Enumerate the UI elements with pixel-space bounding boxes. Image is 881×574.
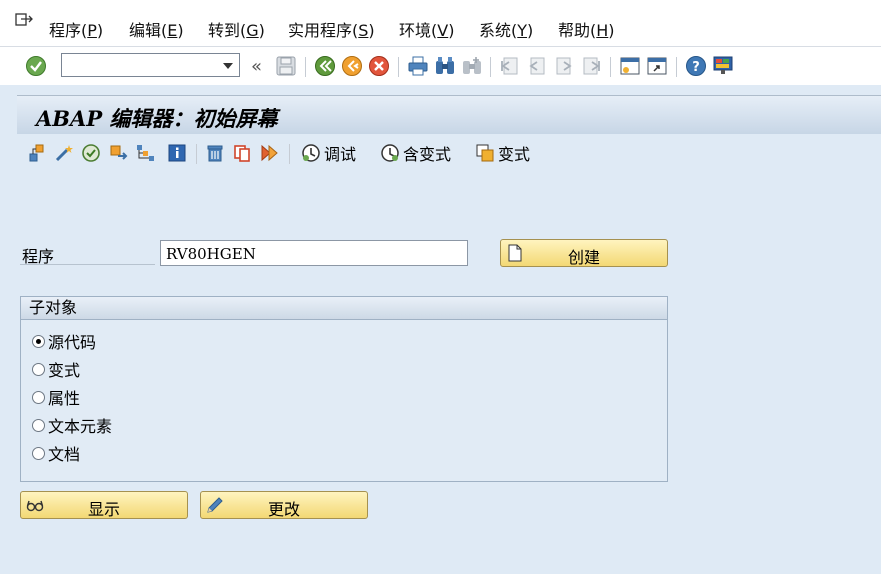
radio-attributes[interactable]: 属性 — [32, 385, 80, 409]
menu-help[interactable]: 帮助(H) — [558, 17, 615, 41]
copy-icon[interactable] — [232, 143, 252, 163]
menu-edit[interactable]: 编辑(E) — [129, 17, 184, 41]
page-title: ABAP 编辑器：初始屏幕 — [36, 106, 278, 131]
where-used-list-icon[interactable] — [135, 143, 155, 163]
execute-with-variant-button[interactable]: 含变式 — [380, 142, 451, 164]
double-chevron-left-icon[interactable]: « — [251, 56, 262, 77]
new-session-icon[interactable] — [619, 55, 641, 77]
menu-utilities[interactable]: 实用程序(S) — [288, 17, 375, 41]
toolbar-separator — [610, 57, 611, 77]
debug-label: 调试 — [324, 145, 357, 164]
other-object-icon[interactable] — [27, 143, 47, 163]
menu-program[interactable]: 程序(P) — [49, 17, 103, 41]
change-button-label: 更改 — [267, 500, 300, 519]
customize-layout-icon[interactable] — [712, 55, 734, 77]
toolbar-separator — [196, 144, 197, 164]
radio-text-elements[interactable]: 文本元素 — [32, 413, 112, 437]
find-next-icon[interactable] — [461, 55, 483, 77]
menu-environment[interactable]: 环境(V) — [399, 17, 454, 41]
cancel-icon[interactable] — [368, 55, 390, 77]
standard-toolbar: « ? — [0, 47, 881, 85]
exit-icon[interactable] — [341, 55, 363, 77]
debug-button[interactable]: 调试 — [301, 142, 356, 164]
command-field[interactable] — [61, 53, 240, 77]
radio-variants[interactable]: 变式 — [32, 357, 80, 381]
print-icon[interactable] — [407, 55, 429, 77]
variant-label: 变式 — [498, 145, 531, 164]
display-button[interactable]: 显示 — [20, 491, 188, 519]
help-icon[interactable]: ? — [685, 55, 707, 77]
change-button[interactable]: 更改 — [200, 491, 368, 519]
delete-trash-icon[interactable] — [205, 143, 225, 163]
chevron-down-icon[interactable] — [223, 63, 233, 69]
execute-icon[interactable] — [259, 143, 279, 163]
radio-label: 属性 — [48, 389, 81, 408]
radio-button[interactable] — [32, 362, 45, 376]
radio-label: 源代码 — [48, 333, 97, 352]
save-icon[interactable] — [275, 55, 297, 77]
menu-system[interactable]: 系统(Y) — [479, 17, 533, 41]
radio-button-selected[interactable] — [32, 334, 45, 348]
toolbar-separator — [289, 144, 290, 164]
toolbar-separator — [305, 57, 306, 77]
create-button-label: 创建 — [567, 248, 600, 267]
command-input[interactable] — [66, 55, 220, 77]
create-button[interactable]: 创建 — [500, 239, 668, 267]
radio-documentation[interactable]: 文档 — [32, 441, 80, 465]
subobjects-group: 子对象 源代码 变式 属性 文本元素 文档 — [20, 296, 668, 482]
magic-wand-icon[interactable] — [54, 143, 74, 163]
variant-icon — [476, 144, 494, 162]
find-binoculars-icon[interactable] — [434, 55, 456, 77]
radio-button[interactable] — [32, 390, 45, 404]
display-button-label: 显示 — [87, 500, 120, 519]
menu-goto[interactable]: 转到(G) — [208, 17, 265, 41]
first-page-icon[interactable] — [499, 55, 521, 77]
radio-label: 变式 — [48, 361, 81, 380]
debug-icon — [302, 144, 320, 162]
radio-button[interactable] — [32, 446, 45, 460]
variant-button[interactable]: 变式 — [475, 142, 530, 164]
create-shortcut-icon[interactable] — [646, 55, 668, 77]
radio-button[interactable] — [32, 418, 45, 432]
radio-source-code[interactable]: 源代码 — [32, 329, 96, 353]
screen-title-bar: ABAP 编辑器：初始屏幕 — [17, 95, 881, 134]
next-page-icon[interactable] — [553, 55, 575, 77]
program-input[interactable] — [164, 242, 458, 266]
check-syntax-icon[interactable] — [81, 143, 101, 163]
info-icon[interactable] — [167, 143, 187, 163]
toolbar-separator — [398, 57, 399, 77]
radio-label: 文档 — [48, 445, 81, 464]
toolbar-separator — [490, 57, 491, 77]
svg-text:?: ? — [692, 60, 700, 75]
back-icon[interactable] — [314, 55, 336, 77]
subobjects-title: 子对象 — [21, 297, 667, 320]
radio-label: 文本元素 — [48, 417, 113, 436]
program-field[interactable] — [160, 240, 468, 266]
activate-icon[interactable] — [108, 143, 128, 163]
toolbar-separator — [676, 57, 677, 77]
application-toolbar: 调试 含变式 变式 — [17, 137, 881, 171]
menu-exit-icon[interactable] — [15, 12, 33, 28]
label-underline — [20, 264, 155, 265]
execute-with-variant-icon — [381, 144, 399, 162]
last-page-icon[interactable] — [580, 55, 602, 77]
enter-check-icon[interactable] — [25, 55, 47, 77]
menu-bar: 程序(P) 编辑(E) 转到(G) 实用程序(S) 环境(V) 系统(Y) 帮助… — [0, 0, 881, 47]
previous-page-icon[interactable] — [526, 55, 548, 77]
execute-with-variant-label: 含变式 — [403, 145, 452, 164]
